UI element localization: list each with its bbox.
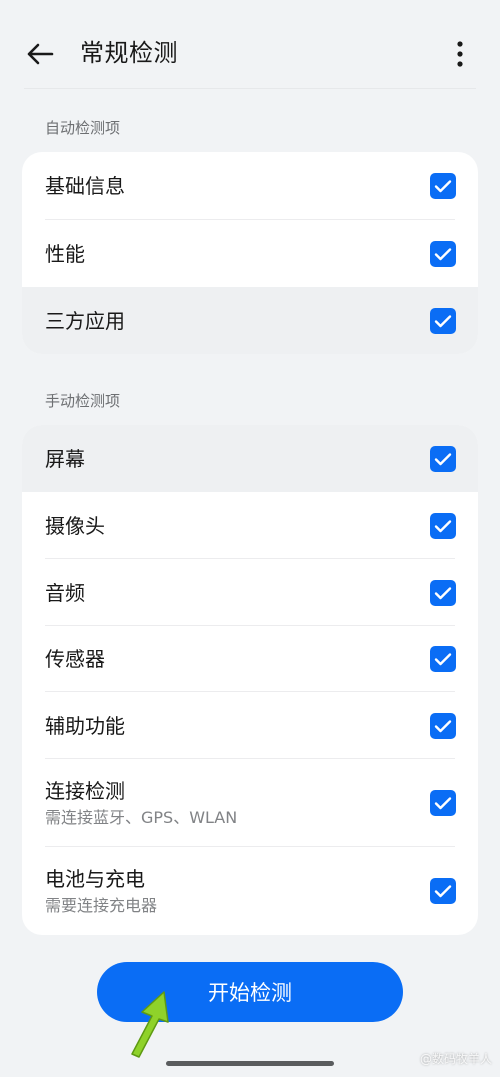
check-icon	[434, 519, 452, 532]
more-options-button[interactable]	[442, 34, 478, 74]
check-icon	[434, 653, 452, 666]
manual-section-label: 手动检测项	[45, 392, 121, 410]
home-indicator[interactable]	[166, 1061, 334, 1066]
checkbox-performance[interactable]	[430, 240, 456, 267]
app-header: 常规检测	[0, 0, 500, 92]
auto-checks-card: 基础信息 性能 三方应用	[22, 152, 478, 354]
row-label: 传感器	[45, 647, 105, 671]
checkbox-audio[interactable]	[430, 579, 456, 606]
check-row-accessibility[interactable]: 辅助功能	[22, 692, 478, 759]
watermark-text: @数码牧羊人	[419, 1052, 492, 1066]
row-label: 摄像头	[45, 513, 105, 538]
check-row-sensors[interactable]: 传感器	[22, 626, 478, 692]
row-label: 电池与充电	[45, 867, 145, 891]
start-check-button[interactable]: 开始检测	[97, 962, 403, 1022]
check-row-third-party-apps[interactable]: 三方应用	[22, 287, 478, 354]
page-title: 常规检测	[80, 39, 178, 67]
check-row-camera[interactable]: 摄像头	[22, 492, 478, 559]
checkbox-battery-charging[interactable]	[430, 878, 456, 904]
check-row-basic-info[interactable]: 基础信息	[22, 152, 478, 220]
checkbox-accessibility[interactable]	[430, 712, 456, 739]
check-icon	[434, 719, 452, 732]
manual-checks-card: 屏幕 摄像头 音频 传感器 辅助功能 连接检测 需连接蓝牙、GPS、WLAN 电…	[22, 425, 478, 935]
checkbox-camera[interactable]	[430, 512, 456, 539]
checkbox-connectivity[interactable]	[430, 790, 456, 816]
row-label: 音频	[45, 580, 85, 605]
row-subtitle: 需要连接充电器	[45, 896, 158, 915]
check-icon	[434, 586, 452, 599]
checkbox-sensors[interactable]	[430, 646, 456, 672]
check-row-battery-charging[interactable]: 电池与充电 需要连接充电器	[22, 847, 478, 935]
row-label: 辅助功能	[45, 713, 125, 738]
check-icon	[434, 797, 452, 810]
check-row-performance[interactable]: 性能	[22, 220, 478, 287]
row-label: 三方应用	[45, 308, 125, 333]
check-icon	[434, 180, 452, 193]
checkbox-basic-info[interactable]	[430, 173, 456, 199]
row-label: 基础信息	[45, 174, 125, 198]
back-button[interactable]	[20, 34, 60, 74]
check-row-audio[interactable]: 音频	[22, 559, 478, 626]
auto-section-label: 自动检测项	[45, 119, 121, 137]
checkbox-screen[interactable]	[430, 445, 456, 472]
more-vertical-icon	[457, 41, 463, 67]
check-icon	[434, 247, 452, 260]
check-icon	[434, 885, 452, 898]
check-row-connectivity[interactable]: 连接检测 需连接蓝牙、GPS、WLAN	[22, 759, 478, 847]
row-label: 连接检测	[45, 779, 125, 803]
checkbox-third-party-apps[interactable]	[430, 307, 456, 334]
check-icon	[434, 452, 452, 465]
arrow-left-icon	[27, 43, 54, 65]
header-divider	[24, 88, 476, 89]
row-subtitle: 需连接蓝牙、GPS、WLAN	[45, 808, 238, 827]
row-label: 屏幕	[45, 446, 85, 471]
check-row-screen[interactable]: 屏幕	[22, 425, 478, 492]
check-icon	[434, 314, 452, 327]
row-label: 性能	[45, 241, 85, 266]
